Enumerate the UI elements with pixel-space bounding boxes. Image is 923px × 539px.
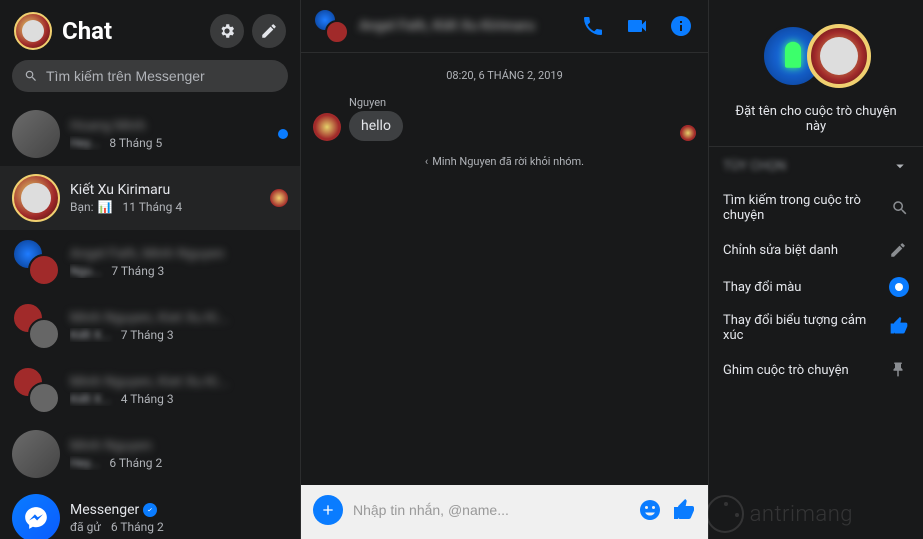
- chat-name: Angel Fath, Minh Nguyen: [70, 246, 288, 262]
- chat-avatar: [12, 366, 60, 414]
- messenger-icon: [23, 505, 49, 531]
- options-list: Tìm kiếm trong cuộc trò chuyện Chỉnh sửa…: [709, 185, 923, 389]
- option-search[interactable]: Tìm kiếm trong cuộc trò chuyện: [709, 185, 923, 231]
- pin-icon: [889, 361, 907, 379]
- conversation: Angel Fath, Kiết Xu Kirimaru 08:20, 6 TH…: [301, 0, 708, 539]
- chat-item[interactable]: Minh Nguyen, Kiet Xu Ki... Kiết X...4 Th…: [0, 358, 300, 422]
- app-avatar[interactable]: [14, 12, 52, 50]
- info-icon: [669, 14, 693, 38]
- chat-avatar: [12, 494, 60, 539]
- video-call-button[interactable]: [622, 11, 652, 41]
- main: Angel Fath, Kiết Xu Kirimaru 08:20, 6 TH…: [300, 0, 923, 539]
- emoji-button[interactable]: [638, 498, 662, 522]
- compose-icon: [260, 22, 278, 40]
- chat-name: Messenger: [70, 502, 288, 518]
- chat-name: Minh Nguyen, Kiet Xu Ki...: [70, 310, 288, 326]
- like-button[interactable]: [672, 498, 696, 522]
- plus-icon: [320, 502, 336, 518]
- verified-badge-icon: [143, 503, 157, 517]
- conversation-header: Angel Fath, Kiết Xu Kirimaru: [301, 0, 708, 53]
- app-title: Chat: [62, 17, 200, 45]
- option-pin[interactable]: Ghim cuộc trò chuyện: [709, 351, 923, 389]
- chat-avatar: [12, 174, 60, 222]
- info-button[interactable]: [666, 11, 696, 41]
- search-input-wrap[interactable]: [12, 60, 288, 92]
- thumb-up-icon: [672, 498, 696, 522]
- option-nickname[interactable]: Chỉnh sửa biệt danh: [709, 231, 923, 269]
- composer: [301, 485, 708, 539]
- message-sender-name: Nguyen: [349, 96, 696, 109]
- conversation-name[interactable]: Angel Fath, Kiết Xu Kirimaru: [359, 18, 568, 34]
- pencil-icon: [889, 241, 907, 259]
- color-dot-icon: [889, 277, 909, 297]
- chat-item[interactable]: Minh Nguyen Hey...6 Tháng 2: [0, 422, 300, 486]
- timestamp: 08:20, 6 THÁNG 2, 2019: [313, 69, 696, 82]
- search-icon: [24, 69, 38, 83]
- message-bubble: hello: [349, 111, 403, 141]
- search-input[interactable]: [46, 68, 276, 84]
- sidebar: Chat Hoang Minh Hey...8 Tháng 5: [0, 0, 300, 539]
- phone-icon: [581, 14, 605, 38]
- message-input[interactable]: [353, 502, 628, 518]
- settings-button[interactable]: [210, 14, 244, 48]
- details-panel: Đặt tên cho cuộc trò chuyện này TÙY CHỌN…: [708, 0, 923, 539]
- voice-call-button[interactable]: [578, 11, 608, 41]
- chat-item[interactable]: Angel Fath, Minh Nguyen Ngu...7 Tháng 3: [0, 230, 300, 294]
- smiley-icon: [638, 498, 662, 522]
- chat-item[interactable]: Messenger đã gử6 Tháng 2: [0, 486, 300, 539]
- sidebar-header: Chat: [0, 0, 300, 60]
- group-avatar[interactable]: [761, 20, 871, 92]
- conversation-avatar[interactable]: [313, 8, 349, 44]
- seen-indicator-icon: [680, 125, 696, 141]
- option-color[interactable]: Thay đổi màu: [709, 269, 923, 305]
- chat-name: Minh Nguyen, Kiet Xu Ki...: [70, 374, 288, 390]
- chat-avatar: [12, 430, 60, 478]
- chat-name: Hoang Minh: [70, 118, 268, 134]
- conversation-body: 08:20, 6 THÁNG 2, 2019 Nguyen hello Minh…: [301, 53, 708, 485]
- gear-icon: [218, 22, 236, 40]
- chat-name: Kiết Xu Kirimaru: [70, 182, 260, 198]
- option-emoji[interactable]: Thay đổi biểu tượng cảm xúc: [709, 305, 923, 351]
- search-container: [0, 60, 300, 102]
- thumb-up-icon: [889, 316, 909, 336]
- system-message: Minh Nguyen đã rời khỏi nhóm.: [313, 155, 696, 168]
- search-icon: [891, 199, 909, 217]
- attachment-button[interactable]: [313, 495, 343, 525]
- chat-item[interactable]: Kiết Xu Kirimaru Bạn:📊11 Tháng 4: [0, 166, 300, 230]
- chat-list: Hoang Minh Hey...8 Tháng 5 Kiết Xu Kirim…: [0, 102, 300, 539]
- message-row: hello: [313, 111, 403, 141]
- unread-dot-icon: [278, 129, 288, 139]
- chat-item[interactable]: Hoang Minh Hey...8 Tháng 5: [0, 102, 300, 166]
- chat-avatar: [12, 302, 60, 350]
- chat-avatar: [12, 238, 60, 286]
- options-header[interactable]: TÙY CHỌN: [709, 146, 923, 185]
- chevron-down-icon: [891, 157, 909, 175]
- chat-item[interactable]: Minh Nguyen, Kiet Xu Ki... Kiết X...7 Th…: [0, 294, 300, 358]
- message-avatar[interactable]: [313, 113, 341, 141]
- chat-name: Minh Nguyen: [70, 438, 288, 454]
- video-icon: [625, 14, 649, 38]
- story-ring-icon: [270, 189, 288, 207]
- group-name-prompt[interactable]: Đặt tên cho cuộc trò chuyện này: [709, 104, 923, 138]
- compose-button[interactable]: [252, 14, 286, 48]
- chat-avatar: [12, 110, 60, 158]
